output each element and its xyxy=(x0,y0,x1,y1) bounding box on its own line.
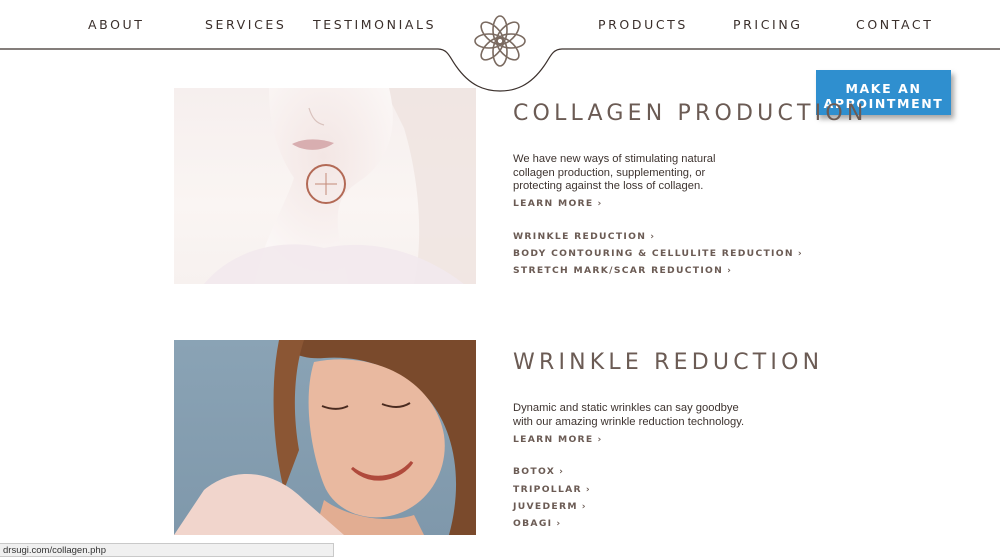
section-title-collagen: COLLAGEN PRODUCTION xyxy=(513,101,868,126)
chevron-right-icon: › xyxy=(556,518,562,529)
chevron-right-icon: › xyxy=(559,466,565,477)
chevron-right-icon: › xyxy=(727,265,733,276)
browser-status-bar: drsugi.com/collagen.php xyxy=(0,543,334,557)
link-label: BODY CONTOURING & CELLULITE REDUCTION xyxy=(513,248,794,259)
nav-pricing[interactable]: PRICING xyxy=(733,17,803,32)
nav-about[interactable]: ABOUT xyxy=(88,17,145,32)
learn-more-collagen[interactable]: LEARN MORE › xyxy=(513,198,603,209)
link-label: JUVEDERM xyxy=(513,501,578,512)
link-label: WRINKLE REDUCTION xyxy=(513,231,647,242)
status-url: drsugi.com/collagen.php xyxy=(3,545,106,556)
chevron-right-icon: › xyxy=(797,248,803,259)
link-wrinkle-reduction[interactable]: WRINKLE REDUCTION › xyxy=(513,231,655,242)
collagen-photo xyxy=(174,88,476,284)
link-label: BOTOX xyxy=(513,466,556,477)
section-description-collagen: We have new ways of stimulating natural … xyxy=(513,153,716,192)
nav-products[interactable]: PRODUCTS xyxy=(598,17,688,32)
chevron-right-icon: › xyxy=(597,198,603,209)
section-title-wrinkle: WRINKLE REDUCTION xyxy=(513,350,824,375)
wrinkle-photo xyxy=(174,340,476,535)
learn-more-label: LEARN MORE xyxy=(513,434,594,445)
plus-icon xyxy=(306,164,346,204)
link-body-contouring[interactable]: BODY CONTOURING & CELLULITE REDUCTION › xyxy=(513,248,803,259)
learn-more-label: LEARN MORE xyxy=(513,198,594,209)
link-stretch-mark[interactable]: STRETCH MARK/SCAR REDUCTION › xyxy=(513,265,732,276)
link-juvederm[interactable]: JUVEDERM › xyxy=(513,501,587,512)
section-description-wrinkle: Dynamic and static wrinkles can say good… xyxy=(513,402,745,428)
flower-logo-icon[interactable] xyxy=(469,10,531,72)
link-label: TRIPOLLAR xyxy=(513,484,582,495)
link-label: OBAGI xyxy=(513,518,553,529)
chevron-right-icon: › xyxy=(581,501,587,512)
nav-services[interactable]: SERVICES xyxy=(205,17,286,32)
nav-contact[interactable]: CONTACT xyxy=(856,17,933,32)
learn-more-wrinkle[interactable]: LEARN MORE › xyxy=(513,434,603,445)
nav-testimonials[interactable]: TESTIMONIALS xyxy=(313,17,436,32)
link-label: STRETCH MARK/SCAR REDUCTION xyxy=(513,265,724,276)
chevron-right-icon: › xyxy=(597,434,603,445)
link-tripollar[interactable]: TRIPOLLAR › xyxy=(513,484,591,495)
chevron-right-icon: › xyxy=(585,484,591,495)
link-botox[interactable]: BOTOX › xyxy=(513,466,564,477)
cta-line-1: MAKE AN xyxy=(845,81,922,96)
link-obagi[interactable]: OBAGI › xyxy=(513,518,561,529)
chevron-right-icon: › xyxy=(650,231,656,242)
